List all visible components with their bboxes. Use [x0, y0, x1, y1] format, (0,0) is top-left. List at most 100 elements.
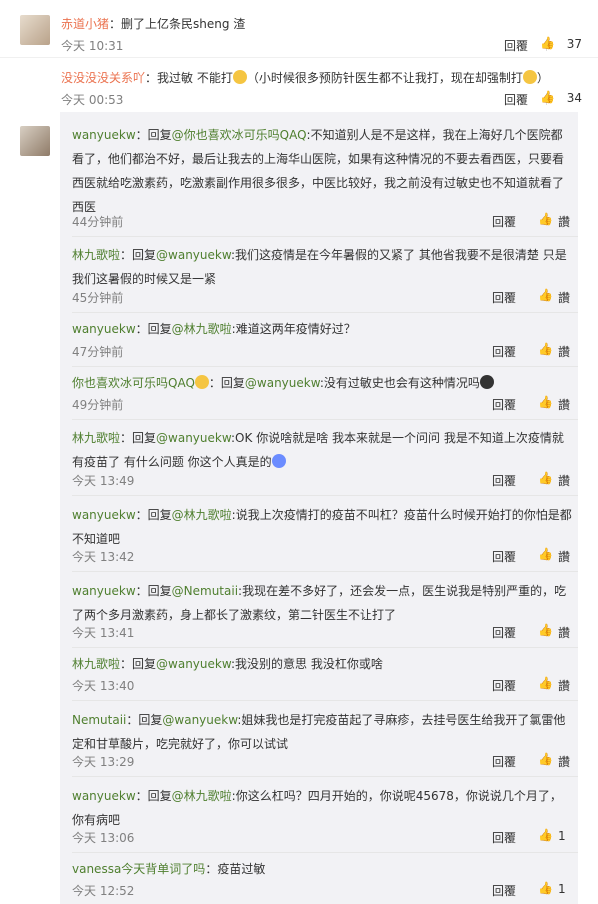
username[interactable]: 林九歌啦 [72, 657, 120, 671]
reply-button[interactable]: 回覆 [492, 882, 516, 899]
reply-button[interactable]: 回覆 [492, 624, 516, 641]
comment-line: 没没没没关系吖：我过敏 不能打 （小时候很多预防针医生都不让我打，现在却强制打） [61, 70, 549, 85]
like-count: 34 [566, 91, 582, 105]
reply-button[interactable]: 回覆 [504, 91, 528, 108]
timestamp: 今天 00:53 [61, 93, 124, 107]
username[interactable]: Nemutaii [72, 713, 126, 727]
thumb-up-icon[interactable]: 👍 [540, 36, 555, 50]
username[interactable]: wanyuekw [72, 128, 136, 142]
reply-9: Nemutaii：回复@wanyuekw:姐妹我也是打完疫苗起了寻麻疹，去挂号医… [72, 713, 566, 751]
like-count: 1 [558, 829, 566, 843]
divider [72, 852, 578, 853]
mention[interactable]: @wanyuekw [245, 376, 320, 390]
thumb-up-icon[interactable]: 👍 [538, 676, 553, 690]
divider [72, 571, 578, 572]
like-label: 讚 [558, 215, 571, 229]
like-label: 讚 [558, 474, 571, 488]
username[interactable]: 没没没没关系吖 [61, 71, 145, 85]
thumb-up-icon[interactable]: 👍 [538, 623, 553, 637]
reply-button[interactable]: 回覆 [504, 37, 528, 54]
username[interactable]: vanessa今天背单词了吗 [72, 862, 205, 876]
like-label: 讚 [558, 291, 571, 305]
timestamp: 今天 13:42 [72, 550, 135, 564]
mention[interactable]: @林九歌啦 [172, 322, 232, 336]
divider [72, 776, 578, 777]
mention[interactable]: @wanyuekw [162, 713, 237, 727]
shrug-emoji-icon [271, 454, 286, 468]
reply-8: 林九歌啦：回复@wanyuekw:我没别的意思 我没杠你或啥 [72, 657, 383, 671]
badge-icon [194, 375, 209, 389]
reply-4: 你也喜欢冰可乐吗QAQ ：回复@wanyuekw:没有过敏史也会有这种情况吗 [72, 374, 494, 391]
divider [72, 236, 578, 237]
thumb-up-icon[interactable]: 👍 [540, 90, 555, 104]
divider [72, 647, 578, 648]
reply-10: wanyuekw：回复@林九歌啦:你这么杠吗？四月开始的，你说呢45678，你说… [72, 789, 562, 827]
username[interactable]: 林九歌啦 [72, 431, 120, 445]
like-label: 讚 [558, 679, 571, 693]
timestamp: 49分钟前 [72, 398, 124, 412]
timestamp: 45分钟前 [72, 291, 124, 305]
mention[interactable]: @林九歌啦 [172, 508, 232, 522]
like-label: 讚 [558, 626, 571, 640]
like-label: 讚 [558, 398, 571, 412]
sweat-emoji-icon [232, 70, 247, 84]
reply-2: 林九歌啦：回复@wanyuekw:我们这疫情是在今年暑假的又紧了 其他省我要不是… [72, 248, 567, 286]
timestamp: 今天 12:52 [72, 884, 135, 898]
mention[interactable]: @林九歌啦 [172, 789, 232, 803]
username[interactable]: 赤道小猪 [61, 17, 109, 31]
reply-button[interactable]: 回覆 [492, 289, 516, 306]
comment-1: 赤道小猪：删了上亿条民sheng 渣 今天 10:31 回覆 👍 37 [0, 0, 598, 58]
thumb-up-icon[interactable]: 👍 [538, 752, 553, 766]
like-label: 讚 [558, 755, 571, 769]
timestamp: 今天 13:29 [72, 755, 135, 769]
reply-button[interactable]: 回覆 [492, 343, 516, 360]
thumb-up-icon[interactable]: 👍 [538, 212, 553, 226]
username[interactable]: wanyuekw [72, 508, 136, 522]
username[interactable]: 林九歌啦 [72, 248, 120, 262]
reply-button[interactable]: 回覆 [492, 829, 516, 846]
like-label: 讚 [558, 550, 571, 564]
divider [72, 419, 578, 420]
thumb-up-icon[interactable]: 👍 [538, 881, 553, 895]
reply-button[interactable]: 回覆 [492, 472, 516, 489]
timestamp: 今天 10:31 [61, 39, 124, 53]
reply-button[interactable]: 回覆 [492, 213, 516, 230]
timestamp: 今天 13:41 [72, 626, 135, 640]
reply-1: wanyuekw：回复@你也喜欢冰可乐吗QAQ:不知道别人是不是这样，我在上海好… [72, 128, 565, 214]
like-label: 讚 [558, 345, 571, 359]
mention[interactable]: @你也喜欢冰可乐吗QAQ [172, 128, 307, 142]
timestamp: 今天 13:06 [72, 831, 135, 845]
avatar[interactable] [20, 15, 50, 45]
username[interactable]: wanyuekw [72, 789, 136, 803]
username[interactable]: 你也喜欢冰可乐吗QAQ [72, 376, 195, 390]
mention[interactable]: @wanyuekw [156, 248, 231, 262]
username[interactable]: wanyuekw [72, 584, 136, 598]
reply-button[interactable]: 回覆 [492, 753, 516, 770]
sweat-emoji-icon [522, 70, 537, 84]
comment-line: 赤道小猪：删了上亿条民sheng 渣 [61, 17, 246, 31]
avatar[interactable] [20, 126, 50, 156]
mention[interactable]: @wanyuekw [156, 431, 231, 445]
thumb-up-icon[interactable]: 👍 [538, 471, 553, 485]
timestamp: 44分钟前 [72, 215, 124, 229]
reply-3: wanyuekw：回复@林九歌啦:难道这两年疫情好过？ [72, 322, 356, 336]
divider [72, 312, 578, 313]
reply-button[interactable]: 回覆 [492, 548, 516, 565]
mention[interactable]: @Nemutaii [172, 584, 238, 598]
thumb-up-icon[interactable]: 👍 [538, 547, 553, 561]
timestamp: 今天 13:40 [72, 679, 135, 693]
thumb-up-icon[interactable]: 👍 [538, 395, 553, 409]
eyes-emoji-icon [479, 375, 494, 389]
like-count: 1 [558, 882, 566, 896]
username[interactable]: wanyuekw [72, 322, 136, 336]
divider [72, 700, 578, 701]
reply-5: 林九歌啦：回复@wanyuekw:OK 你说啥就是啥 我本来就是一个问问 我是不… [72, 431, 564, 469]
mention[interactable]: @wanyuekw [156, 657, 231, 671]
like-count: 37 [566, 37, 582, 51]
thumb-up-icon[interactable]: 👍 [538, 828, 553, 842]
reply-button[interactable]: 回覆 [492, 396, 516, 413]
timestamp: 47分钟前 [72, 345, 124, 359]
thumb-up-icon[interactable]: 👍 [538, 342, 553, 356]
thumb-up-icon[interactable]: 👍 [538, 288, 553, 302]
reply-button[interactable]: 回覆 [492, 677, 516, 694]
